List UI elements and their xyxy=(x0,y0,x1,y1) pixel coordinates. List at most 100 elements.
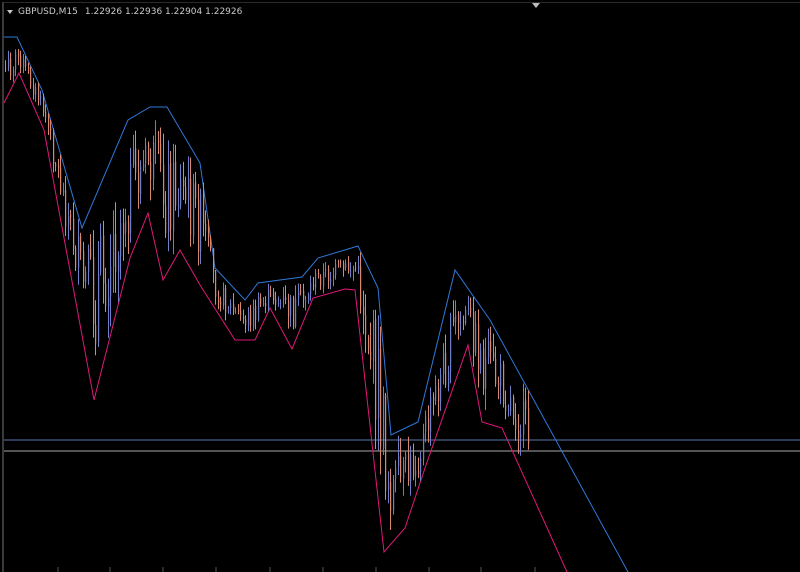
candle-body xyxy=(60,167,62,193)
candle-body xyxy=(265,302,267,307)
candle-body xyxy=(168,163,170,232)
candle-body xyxy=(378,348,380,419)
candle-body xyxy=(30,70,32,87)
candle-body xyxy=(145,144,147,164)
candle-body xyxy=(143,163,145,168)
candle-body xyxy=(330,279,332,283)
candle-body xyxy=(95,325,97,344)
candle-body xyxy=(33,85,35,95)
candle-body xyxy=(433,397,435,401)
candle-body xyxy=(108,296,110,307)
candle-body xyxy=(75,247,77,268)
candle-body xyxy=(5,68,7,70)
candle-body xyxy=(125,220,127,233)
candle-body xyxy=(488,341,490,358)
candle-body xyxy=(353,268,355,272)
candle-body xyxy=(90,248,92,258)
candle-body xyxy=(155,140,157,142)
candle-body xyxy=(435,385,437,402)
candle-body xyxy=(180,178,182,205)
candle-body xyxy=(395,467,397,480)
triangle-down-icon[interactable] xyxy=(7,10,13,14)
candle-body xyxy=(400,456,402,477)
candle-body xyxy=(93,257,95,325)
candle-body xyxy=(475,323,477,354)
candle-body xyxy=(28,66,30,71)
candle-body xyxy=(298,291,300,298)
candle-body xyxy=(405,454,407,461)
candle-body xyxy=(268,290,270,308)
candle-body xyxy=(525,399,527,410)
candle-body xyxy=(445,353,447,386)
candle-body xyxy=(348,261,350,272)
candle-body xyxy=(148,144,150,162)
candle-body xyxy=(158,140,160,143)
candle-body xyxy=(333,275,335,278)
candle-body xyxy=(335,264,337,275)
candle-body xyxy=(473,312,475,353)
ohlc-values: 1.22926 1.22936 1.22904 1.22926 xyxy=(84,7,243,17)
candle-body xyxy=(515,418,517,430)
candle-body xyxy=(468,307,470,309)
candle-body xyxy=(448,371,450,388)
chart-window[interactable]: GBPUSD,M15 1.22926 1.22936 1.22904 1.229… xyxy=(0,0,800,572)
candle-body xyxy=(15,52,17,70)
candle-body xyxy=(123,222,125,235)
candle-body xyxy=(325,269,327,272)
candle-body xyxy=(248,312,250,326)
candle-body xyxy=(73,218,75,250)
candle-body xyxy=(320,276,322,286)
candle-body xyxy=(240,310,242,316)
candle-body xyxy=(258,297,260,320)
candle-body xyxy=(440,374,442,402)
candle-body xyxy=(200,193,202,252)
candle-body xyxy=(315,273,317,288)
candle-body xyxy=(115,233,117,272)
candle-body xyxy=(250,310,252,327)
candle-body xyxy=(295,298,297,327)
candle-body xyxy=(150,161,152,180)
candle-body xyxy=(85,271,87,283)
candle-body xyxy=(188,178,190,200)
candle-body xyxy=(100,235,102,273)
candle-body xyxy=(213,248,215,272)
candle-body xyxy=(443,352,445,375)
candle-body xyxy=(53,132,55,164)
candle-body xyxy=(128,221,130,235)
candle-body xyxy=(455,314,457,322)
candle-body xyxy=(223,287,225,306)
candle-body xyxy=(303,290,305,300)
candle-body xyxy=(373,320,375,362)
candle-body xyxy=(323,272,325,288)
candle-body xyxy=(138,171,140,194)
candle-body xyxy=(230,303,232,309)
candle-body xyxy=(13,69,15,76)
candle-body xyxy=(228,310,230,312)
candle-body xyxy=(65,189,67,227)
candle-body xyxy=(118,255,120,272)
candle-body xyxy=(18,51,20,57)
candle-body xyxy=(175,161,177,206)
candle-body xyxy=(293,297,295,328)
candle-body xyxy=(170,162,172,230)
chart-shift-icon[interactable] xyxy=(532,3,540,8)
candle-body xyxy=(370,351,372,360)
candle-body xyxy=(23,59,25,68)
candle-body xyxy=(513,396,515,419)
candle-body xyxy=(220,301,222,305)
candle-body xyxy=(463,321,465,323)
price-chart[interactable] xyxy=(0,0,800,572)
candle-body xyxy=(45,111,47,118)
candle-body xyxy=(410,454,412,482)
candle-body xyxy=(340,262,342,264)
candle-body xyxy=(305,300,307,302)
candle-body xyxy=(310,282,312,295)
candle-body xyxy=(363,306,365,316)
candle-body xyxy=(163,164,165,205)
upper-envelope-line xyxy=(4,36,629,572)
candle-body xyxy=(263,303,265,305)
candle-body xyxy=(375,318,377,420)
candle-body xyxy=(8,58,10,69)
candle-body xyxy=(25,57,27,67)
candle-body xyxy=(398,455,400,467)
